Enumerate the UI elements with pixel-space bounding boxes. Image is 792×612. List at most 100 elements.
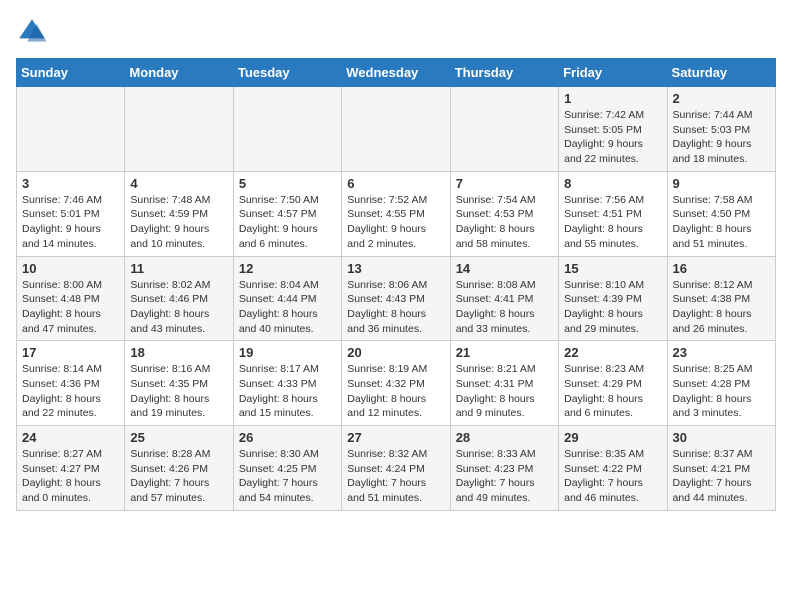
day-number: 4	[130, 176, 227, 191]
day-number: 12	[239, 261, 336, 276]
calendar-table: SundayMondayTuesdayWednesdayThursdayFrid…	[16, 58, 776, 511]
calendar-cell	[342, 87, 450, 172]
day-number: 22	[564, 345, 661, 360]
day-info: Sunrise: 8:30 AM Sunset: 4:25 PM Dayligh…	[239, 447, 336, 506]
day-number: 1	[564, 91, 661, 106]
day-info: Sunrise: 7:52 AM Sunset: 4:55 PM Dayligh…	[347, 193, 444, 252]
day-number: 28	[456, 430, 553, 445]
day-number: 11	[130, 261, 227, 276]
calendar-cell: 26 Sunrise: 8:30 AM Sunset: 4:25 PM Dayli…	[233, 426, 341, 511]
calendar-cell: 30 Sunrise: 8:37 AM Sunset: 4:21 PM Dayli…	[667, 426, 775, 511]
day-info: Sunrise: 7:56 AM Sunset: 4:51 PM Dayligh…	[564, 193, 661, 252]
day-info: Sunrise: 8:32 AM Sunset: 4:24 PM Dayligh…	[347, 447, 444, 506]
day-info: Sunrise: 8:25 AM Sunset: 4:28 PM Dayligh…	[673, 362, 770, 421]
calendar-cell: 28 Sunrise: 8:33 AM Sunset: 4:23 PM Dayli…	[450, 426, 558, 511]
header-friday: Friday	[559, 59, 667, 87]
day-number: 7	[456, 176, 553, 191]
day-number: 3	[22, 176, 119, 191]
calendar-cell: 22 Sunrise: 8:23 AM Sunset: 4:29 PM Dayli…	[559, 341, 667, 426]
day-number: 18	[130, 345, 227, 360]
calendar-cell: 18 Sunrise: 8:16 AM Sunset: 4:35 PM Dayli…	[125, 341, 233, 426]
day-info: Sunrise: 8:27 AM Sunset: 4:27 PM Dayligh…	[22, 447, 119, 506]
day-number: 6	[347, 176, 444, 191]
day-info: Sunrise: 8:00 AM Sunset: 4:48 PM Dayligh…	[22, 278, 119, 337]
week-row-4: 17 Sunrise: 8:14 AM Sunset: 4:36 PM Dayli…	[17, 341, 776, 426]
calendar-cell: 6 Sunrise: 7:52 AM Sunset: 4:55 PM Daylig…	[342, 171, 450, 256]
day-info: Sunrise: 8:28 AM Sunset: 4:26 PM Dayligh…	[130, 447, 227, 506]
day-info: Sunrise: 7:42 AM Sunset: 5:05 PM Dayligh…	[564, 108, 661, 167]
calendar-cell: 29Sunrise: 8:35 AM Sunset: 4:22 PM Dayli…	[559, 426, 667, 511]
header-sunday: Sunday	[17, 59, 125, 87]
day-info: Sunrise: 7:58 AM Sunset: 4:50 PM Dayligh…	[673, 193, 770, 252]
day-number: 17	[22, 345, 119, 360]
day-info: Sunrise: 7:48 AM Sunset: 4:59 PM Dayligh…	[130, 193, 227, 252]
calendar-cell: 7 Sunrise: 7:54 AM Sunset: 4:53 PM Daylig…	[450, 171, 558, 256]
day-number: 30	[673, 430, 770, 445]
day-number: 16	[673, 261, 770, 276]
calendar-cell: 16 Sunrise: 8:12 AM Sunset: 4:38 PM Dayli…	[667, 256, 775, 341]
day-number: 23	[673, 345, 770, 360]
calendar-cell	[125, 87, 233, 172]
day-info: Sunrise: 8:35 AM Sunset: 4:22 PM Dayligh…	[564, 447, 661, 506]
calendar-cell: 15Sunrise: 8:10 AM Sunset: 4:39 PM Dayli…	[559, 256, 667, 341]
day-number: 21	[456, 345, 553, 360]
day-number: 20	[347, 345, 444, 360]
day-number: 24	[22, 430, 119, 445]
day-info: Sunrise: 8:37 AM Sunset: 4:21 PM Dayligh…	[673, 447, 770, 506]
day-info: Sunrise: 8:16 AM Sunset: 4:35 PM Dayligh…	[130, 362, 227, 421]
day-info: Sunrise: 7:46 AM Sunset: 5:01 PM Dayligh…	[22, 193, 119, 252]
day-info: Sunrise: 8:04 AM Sunset: 4:44 PM Dayligh…	[239, 278, 336, 337]
calendar-cell: 24 Sunrise: 8:27 AM Sunset: 4:27 PM Dayli…	[17, 426, 125, 511]
calendar-cell: 5Sunrise: 7:50 AM Sunset: 4:57 PM Daylig…	[233, 171, 341, 256]
day-info: Sunrise: 8:14 AM Sunset: 4:36 PM Dayligh…	[22, 362, 119, 421]
day-info: Sunrise: 7:54 AM Sunset: 4:53 PM Dayligh…	[456, 193, 553, 252]
day-number: 10	[22, 261, 119, 276]
header-saturday: Saturday	[667, 59, 775, 87]
day-info: Sunrise: 8:33 AM Sunset: 4:23 PM Dayligh…	[456, 447, 553, 506]
week-row-3: 10 Sunrise: 8:00 AM Sunset: 4:48 PM Dayli…	[17, 256, 776, 341]
header-wednesday: Wednesday	[342, 59, 450, 87]
day-info: Sunrise: 8:06 AM Sunset: 4:43 PM Dayligh…	[347, 278, 444, 337]
calendar-cell: 11 Sunrise: 8:02 AM Sunset: 4:46 PM Dayli…	[125, 256, 233, 341]
calendar-cell: 8 Sunrise: 7:56 AM Sunset: 4:51 PM Daylig…	[559, 171, 667, 256]
logo-icon	[16, 16, 48, 48]
calendar-cell: 1 Sunrise: 7:42 AM Sunset: 5:05 PM Daylig…	[559, 87, 667, 172]
calendar-cell: 21 Sunrise: 8:21 AM Sunset: 4:31 PM Dayli…	[450, 341, 558, 426]
day-number: 26	[239, 430, 336, 445]
week-row-2: 3 Sunrise: 7:46 AM Sunset: 5:01 PM Daylig…	[17, 171, 776, 256]
calendar-cell: 3 Sunrise: 7:46 AM Sunset: 5:01 PM Daylig…	[17, 171, 125, 256]
calendar-cell: 27Sunrise: 8:32 AM Sunset: 4:24 PM Dayli…	[342, 426, 450, 511]
calendar-cell	[233, 87, 341, 172]
calendar-cell: 25 Sunrise: 8:28 AM Sunset: 4:26 PM Dayli…	[125, 426, 233, 511]
calendar-cell: 12 Sunrise: 8:04 AM Sunset: 4:44 PM Dayli…	[233, 256, 341, 341]
day-info: Sunrise: 8:10 AM Sunset: 4:39 PM Dayligh…	[564, 278, 661, 337]
day-info: Sunrise: 8:23 AM Sunset: 4:29 PM Dayligh…	[564, 362, 661, 421]
day-info: Sunrise: 8:08 AM Sunset: 4:41 PM Dayligh…	[456, 278, 553, 337]
calendar-cell: 14 Sunrise: 8:08 AM Sunset: 4:41 PM Dayli…	[450, 256, 558, 341]
day-info: Sunrise: 8:17 AM Sunset: 4:33 PM Dayligh…	[239, 362, 336, 421]
calendar-cell	[450, 87, 558, 172]
day-info: Sunrise: 8:21 AM Sunset: 4:31 PM Dayligh…	[456, 362, 553, 421]
day-info: Sunrise: 7:50 AM Sunset: 4:57 PM Dayligh…	[239, 193, 336, 252]
day-number: 8	[564, 176, 661, 191]
day-info: Sunrise: 8:19 AM Sunset: 4:32 PM Dayligh…	[347, 362, 444, 421]
day-info: Sunrise: 8:02 AM Sunset: 4:46 PM Dayligh…	[130, 278, 227, 337]
calendar-cell: 9Sunrise: 7:58 AM Sunset: 4:50 PM Daylig…	[667, 171, 775, 256]
calendar-cell: 4 Sunrise: 7:48 AM Sunset: 4:59 PM Daylig…	[125, 171, 233, 256]
day-info: Sunrise: 8:12 AM Sunset: 4:38 PM Dayligh…	[673, 278, 770, 337]
day-number: 14	[456, 261, 553, 276]
header-tuesday: Tuesday	[233, 59, 341, 87]
logo	[16, 16, 52, 48]
calendar-header-row: SundayMondayTuesdayWednesdayThursdayFrid…	[17, 59, 776, 87]
week-row-1: 1 Sunrise: 7:42 AM Sunset: 5:05 PM Daylig…	[17, 87, 776, 172]
day-number: 2	[673, 91, 770, 106]
calendar-cell: 17 Sunrise: 8:14 AM Sunset: 4:36 PM Dayli…	[17, 341, 125, 426]
calendar-cell: 20 Sunrise: 8:19 AM Sunset: 4:32 PM Dayli…	[342, 341, 450, 426]
calendar-cell: 2Sunrise: 7:44 AM Sunset: 5:03 PM Daylig…	[667, 87, 775, 172]
calendar-cell: 13Sunrise: 8:06 AM Sunset: 4:43 PM Dayli…	[342, 256, 450, 341]
week-row-5: 24 Sunrise: 8:27 AM Sunset: 4:27 PM Dayli…	[17, 426, 776, 511]
calendar-cell: 23 Sunrise: 8:25 AM Sunset: 4:28 PM Dayli…	[667, 341, 775, 426]
calendar-cell: 10 Sunrise: 8:00 AM Sunset: 4:48 PM Dayli…	[17, 256, 125, 341]
day-number: 25	[130, 430, 227, 445]
page-header	[16, 16, 776, 48]
